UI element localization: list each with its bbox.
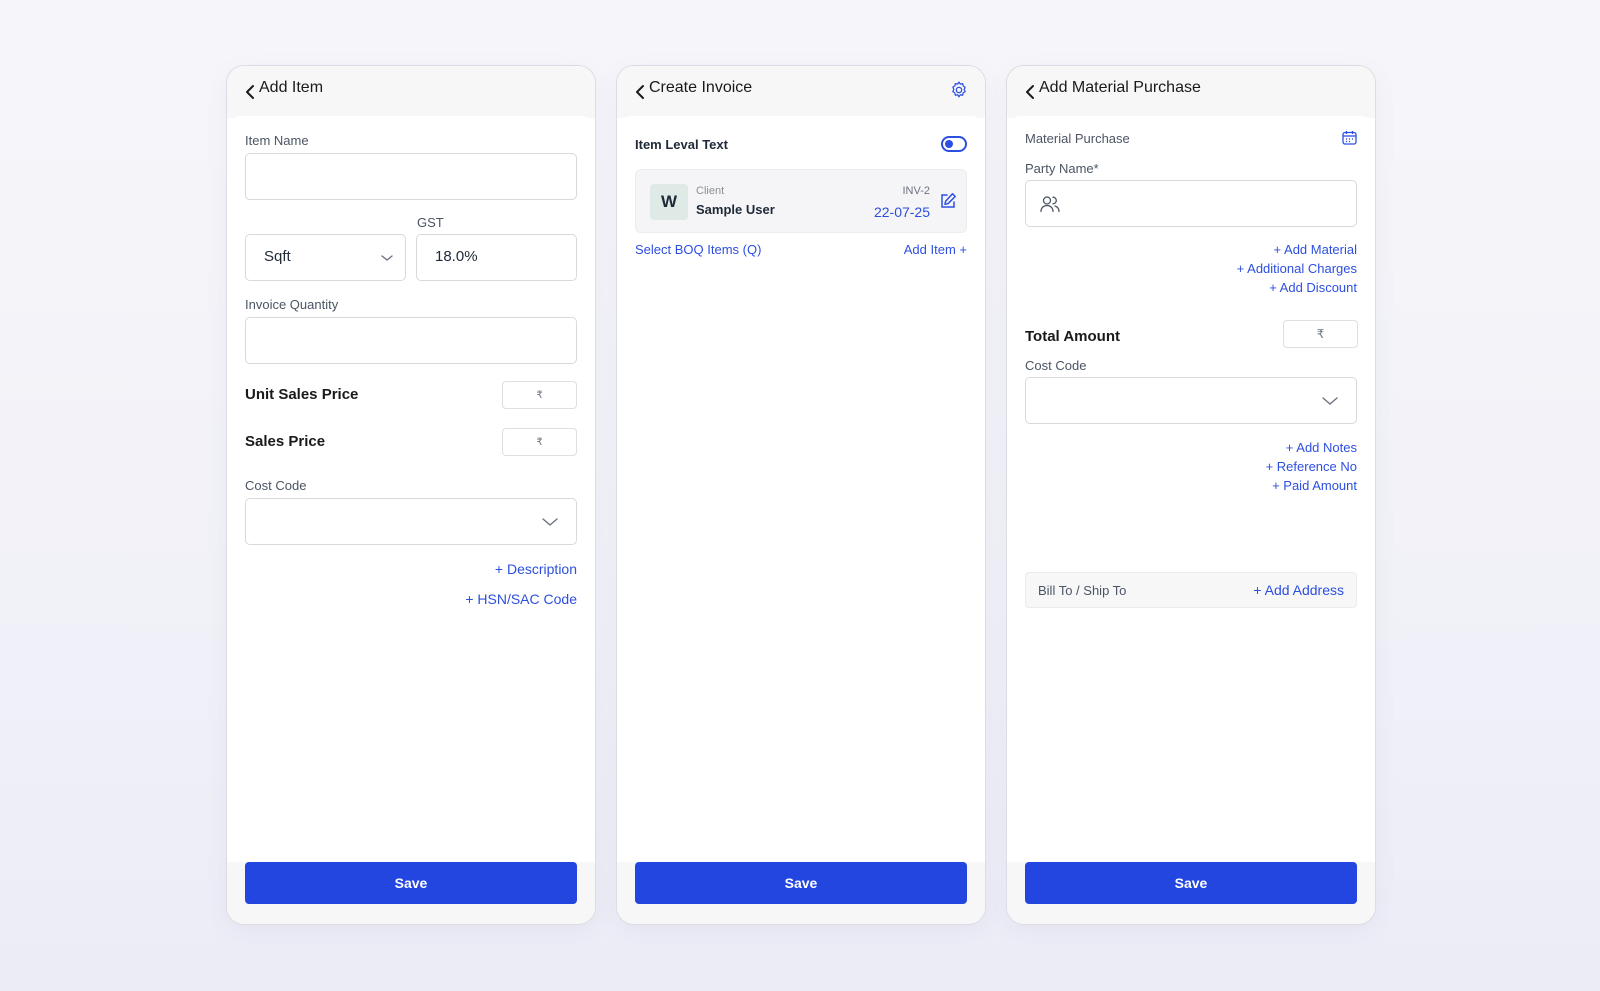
client-caption: Client: [696, 185, 725, 197]
cost-code-label: Cost Code: [245, 478, 307, 493]
additional-charges-link[interactable]: + Additional Charges: [1237, 261, 1357, 276]
users-icon: [1040, 196, 1060, 213]
unit-value: Sqft: [264, 248, 291, 265]
cost-code-select[interactable]: [245, 498, 577, 545]
edit-icon[interactable]: [939, 192, 957, 210]
save-button[interactable]: Save: [1025, 862, 1357, 904]
unit-sales-price-label: Unit Sales Price: [245, 386, 359, 403]
chevron-down-icon: [1322, 397, 1338, 405]
add-item-header: Add Item: [227, 66, 595, 118]
sales-price-input[interactable]: ₹: [502, 428, 577, 456]
material-purchase-form: Material Purchase Party Name* + Add Mate…: [1007, 116, 1375, 864]
currency-symbol: ₹: [1316, 327, 1325, 341]
unit-sales-price-input[interactable]: ₹: [502, 381, 577, 409]
invoice-date: 22-07-25: [873, 204, 930, 220]
add-notes-link[interactable]: + Add Notes: [1286, 440, 1357, 455]
create-invoice-header: Create Invoice: [617, 66, 985, 118]
currency-symbol: ₹: [536, 389, 543, 401]
add-material-purchase-screen: Add Material Purchase Material Purchase …: [1006, 65, 1376, 925]
chevron-down-icon: [542, 518, 558, 526]
reference-no-link[interactable]: + Reference No: [1266, 459, 1357, 474]
create-invoice-screen: Create Invoice Item Leval Text W Client …: [616, 65, 986, 925]
chevron-left-icon[interactable]: [633, 82, 647, 102]
item-name-label: Item Name: [245, 133, 309, 148]
invoice-quantity-label: Invoice Quantity: [245, 297, 339, 312]
invoice-number: INV-2: [902, 185, 930, 197]
add-item-footer: Save: [227, 862, 595, 924]
add-item-form: Item Name GST Sqft 18.0% Invoice Quantit…: [227, 116, 595, 864]
chevron-down-icon: [381, 255, 393, 261]
page-title: Add Material Purchase: [1039, 79, 1201, 96]
sales-price-label: Sales Price: [245, 433, 326, 450]
toggle-knob: [945, 140, 953, 148]
material-purchase-section-label: Material Purchase: [1025, 131, 1130, 146]
create-invoice-footer: Save: [617, 862, 985, 924]
avatar: W: [650, 184, 688, 220]
currency-symbol: ₹: [536, 436, 543, 448]
cost-code-select[interactable]: [1025, 377, 1357, 424]
chevron-left-icon[interactable]: [1023, 82, 1037, 102]
item-level-text-label: Item Leval Text: [635, 137, 728, 152]
add-address-link[interactable]: + Add Address: [1253, 582, 1344, 598]
calendar-icon[interactable]: [1342, 130, 1357, 145]
create-invoice-body: Item Leval Text W Client Sample User INV…: [617, 116, 985, 864]
invoice-quantity-input[interactable]: [245, 317, 577, 364]
paid-amount-link[interactable]: + Paid Amount: [1272, 478, 1357, 493]
client-name: Sample User: [696, 202, 775, 217]
total-amount-input[interactable]: ₹: [1283, 320, 1358, 348]
add-material-link[interactable]: + Add Material: [1274, 242, 1357, 257]
gst-input[interactable]: 18.0%: [416, 234, 577, 281]
page-title: Add Item: [259, 79, 324, 96]
bill-ship-row: Bill To / Ship To + Add Address: [1025, 572, 1357, 608]
save-button[interactable]: Save: [245, 862, 577, 904]
total-amount-label: Total Amount: [1025, 328, 1120, 345]
item-name-input[interactable]: [245, 153, 577, 200]
save-button[interactable]: Save: [635, 862, 967, 904]
client-card[interactable]: W Client Sample User INV-2 22-07-25: [635, 169, 967, 233]
cost-code-label: Cost Code: [1025, 358, 1087, 373]
chevron-left-icon[interactable]: [243, 82, 257, 102]
add-item-screen: Add Item Item Name GST Sqft 18.0% Invoic…: [226, 65, 596, 925]
add-item-link[interactable]: Add Item +: [904, 242, 967, 257]
add-discount-link[interactable]: + Add Discount: [1269, 280, 1357, 295]
select-boq-items-link[interactable]: Select BOQ Items (Q): [635, 242, 761, 257]
material-purchase-header: Add Material Purchase: [1007, 66, 1375, 118]
party-name-label: Party Name*: [1025, 161, 1099, 176]
party-name-input[interactable]: [1025, 180, 1357, 227]
unit-select[interactable]: Sqft: [245, 234, 406, 281]
gear-icon[interactable]: [949, 80, 969, 100]
add-description-link[interactable]: + Description: [495, 561, 577, 577]
bill-ship-label: Bill To / Ship To: [1038, 583, 1127, 598]
item-level-text-toggle[interactable]: [941, 136, 967, 152]
add-hsn-sac-link[interactable]: + HSN/SAC Code: [465, 591, 577, 607]
page-title: Create Invoice: [649, 79, 753, 96]
material-purchase-footer: Save: [1007, 862, 1375, 924]
gst-value: 18.0%: [435, 248, 478, 265]
gst-label: GST: [417, 215, 444, 230]
